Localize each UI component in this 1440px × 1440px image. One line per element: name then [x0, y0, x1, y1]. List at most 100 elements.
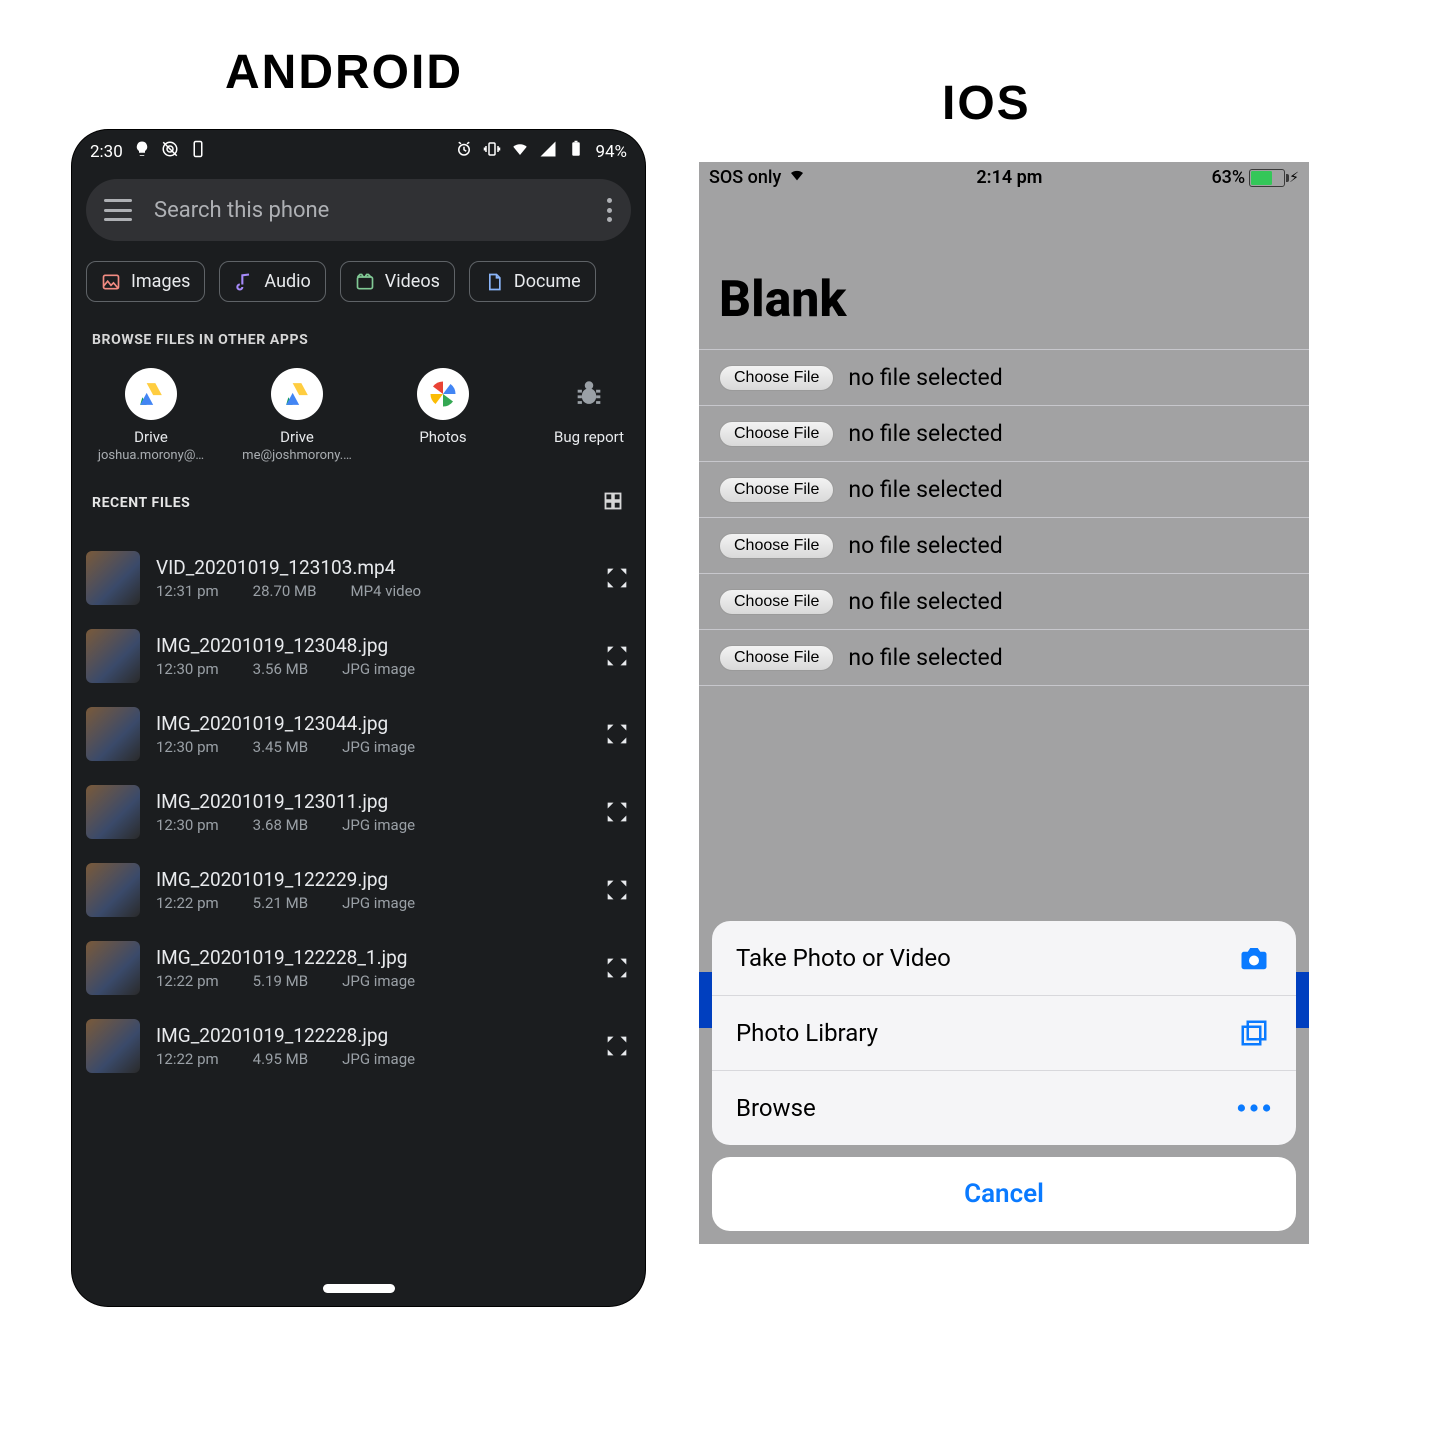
file-name: IMG_20201019_122229.jpg	[156, 868, 603, 891]
library-icon	[1236, 1018, 1272, 1048]
file-type: JPG image	[342, 816, 415, 834]
file-input-row: Choose Fileno file selected	[699, 518, 1309, 574]
file-thumbnail	[86, 785, 140, 839]
file-time: 12:22 pm	[156, 972, 219, 990]
choose-file-button[interactable]: Choose File	[719, 645, 834, 671]
file-row[interactable]: IMG_20201019_123011.jpg12:30 pm3.68 MBJP…	[72, 773, 645, 851]
file-thumbnail	[86, 863, 140, 917]
status-battery: 94%	[595, 142, 627, 162]
file-row[interactable]: IMG_20201019_122228.jpg12:22 pm4.95 MBJP…	[72, 1007, 645, 1085]
android-status-bar: 2:30 94%	[72, 130, 645, 167]
expand-icon[interactable]	[603, 1032, 631, 1060]
app-drive-0[interactable]: Drive joshua.morony@…	[78, 368, 224, 463]
file-size: 3.56 MB	[253, 660, 308, 678]
filter-chip-docume[interactable]: Docume	[469, 261, 596, 302]
overflow-icon[interactable]	[607, 198, 613, 222]
file-thumbnail	[86, 941, 140, 995]
browse-apps-row: Drivejoshua.morony@…Driveme@joshmorony.……	[72, 354, 645, 463]
file-time: 12:22 pm	[156, 1050, 219, 1068]
file-type: JPG image	[342, 738, 415, 756]
title-android: ANDROID	[225, 45, 463, 100]
app-name: Drive	[78, 428, 224, 446]
app-name: Bug report	[516, 428, 645, 446]
file-size: 28.70 MB	[253, 582, 317, 600]
target-icon	[161, 140, 179, 163]
browse-apps-label: BROWSE FILES IN OTHER APPS	[72, 302, 645, 354]
choose-file-button[interactable]: Choose File	[719, 365, 834, 391]
app-name: Drive	[224, 428, 370, 446]
sheet-item-more[interactable]: Browse	[712, 1071, 1296, 1145]
app-account: joshua.morony@…	[78, 448, 224, 463]
expand-icon[interactable]	[603, 876, 631, 904]
signal-icon	[539, 140, 557, 163]
android-phone-frame: 2:30 94% Search this phone Images Audio Vi…	[72, 130, 645, 1306]
no-file-label: no file selected	[848, 476, 1002, 503]
app-drive-1[interactable]: Drive me@joshmorony.…	[224, 368, 370, 463]
expand-icon[interactable]	[603, 642, 631, 670]
vibrate-icon	[483, 140, 501, 163]
sheet-item-library[interactable]: Photo Library	[712, 996, 1296, 1071]
filter-chip-videos[interactable]: Videos	[340, 261, 455, 302]
choose-file-button[interactable]: Choose File	[719, 533, 834, 559]
expand-icon[interactable]	[603, 720, 631, 748]
battery-icon	[1249, 169, 1285, 187]
choose-file-button[interactable]: Choose File	[719, 477, 834, 503]
grid-view-icon[interactable]	[603, 491, 623, 515]
status-time: 2:30	[90, 142, 123, 162]
file-size: 3.68 MB	[253, 816, 308, 834]
no-file-label: no file selected	[848, 588, 1002, 615]
expand-icon[interactable]	[603, 954, 631, 982]
file-type: MP4 video	[351, 582, 422, 600]
nav-pill[interactable]	[323, 1284, 395, 1293]
status-battery: 63%	[1211, 167, 1245, 188]
title-ios: IOS	[942, 76, 1031, 131]
file-time: 12:30 pm	[156, 738, 219, 756]
charging-icon: ⚡︎	[1289, 170, 1299, 186]
file-row[interactable]: IMG_20201019_123048.jpg12:30 pm3.56 MBJP…	[72, 617, 645, 695]
file-type: JPG image	[342, 894, 415, 912]
wifi-icon	[511, 140, 529, 163]
app-photos-2[interactable]: Photos	[370, 368, 516, 463]
sheet-item-label: Browse	[736, 1094, 816, 1122]
file-thumbnail	[86, 707, 140, 761]
filter-chip-audio[interactable]: Audio	[219, 261, 325, 302]
filter-chip-row: Images Audio Videos Docume	[72, 241, 645, 302]
no-file-label: no file selected	[848, 644, 1002, 671]
cancel-button[interactable]: Cancel	[712, 1157, 1296, 1231]
hamburger-icon[interactable]	[104, 199, 132, 221]
status-time: 2:14 pm	[976, 167, 1042, 188]
search-bar[interactable]: Search this phone	[86, 179, 631, 241]
app-account: me@joshmorony.…	[224, 448, 370, 463]
app-bug-report-3[interactable]: Bug report	[516, 368, 645, 463]
expand-icon[interactable]	[603, 798, 631, 826]
bulb-icon	[133, 140, 151, 163]
file-thumbnail	[86, 629, 140, 683]
file-row[interactable]: IMG_20201019_122228_1.jpg12:22 pm5.19 MB…	[72, 929, 645, 1007]
expand-icon[interactable]	[603, 564, 631, 592]
chip-label: Docume	[514, 271, 581, 292]
file-input-row: Choose File no file selected	[699, 630, 1309, 686]
file-size: 5.19 MB	[253, 972, 308, 990]
choose-file-button[interactable]: Choose File	[719, 421, 834, 447]
file-name: IMG_20201019_123011.jpg	[156, 790, 603, 813]
file-row[interactable]: IMG_20201019_123044.jpg12:30 pm3.45 MBJP…	[72, 695, 645, 773]
file-size: 5.21 MB	[253, 894, 308, 912]
sheet-item-camera[interactable]: Take Photo or Video	[712, 921, 1296, 996]
chip-label: Videos	[385, 271, 440, 292]
file-row[interactable]: IMG_20201019_122229.jpg12:22 pm5.21 MBJP…	[72, 851, 645, 929]
recent-files-label: RECENT FILES	[92, 495, 190, 511]
file-type: JPG image	[342, 660, 415, 678]
no-file-label: no file selected	[848, 364, 1002, 391]
file-thumbnail	[86, 1019, 140, 1073]
action-sheet: Take Photo or VideoPhoto Library Browse C…	[712, 921, 1296, 1231]
alarm-icon	[455, 140, 473, 163]
choose-file-button[interactable]: Choose File	[719, 589, 834, 615]
file-size: 4.95 MB	[253, 1050, 308, 1068]
file-name: IMG_20201019_122228.jpg	[156, 1024, 603, 1047]
status-carrier: SOS only	[709, 167, 781, 188]
phone-icon	[189, 140, 207, 163]
action-sheet-group: Take Photo or VideoPhoto Library Browse	[712, 921, 1296, 1145]
filter-chip-images[interactable]: Images	[86, 261, 205, 302]
file-time: 12:31 pm	[156, 582, 219, 600]
file-row[interactable]: VID_20201019_123103.mp412:31 pm28.70 MBM…	[72, 539, 645, 617]
